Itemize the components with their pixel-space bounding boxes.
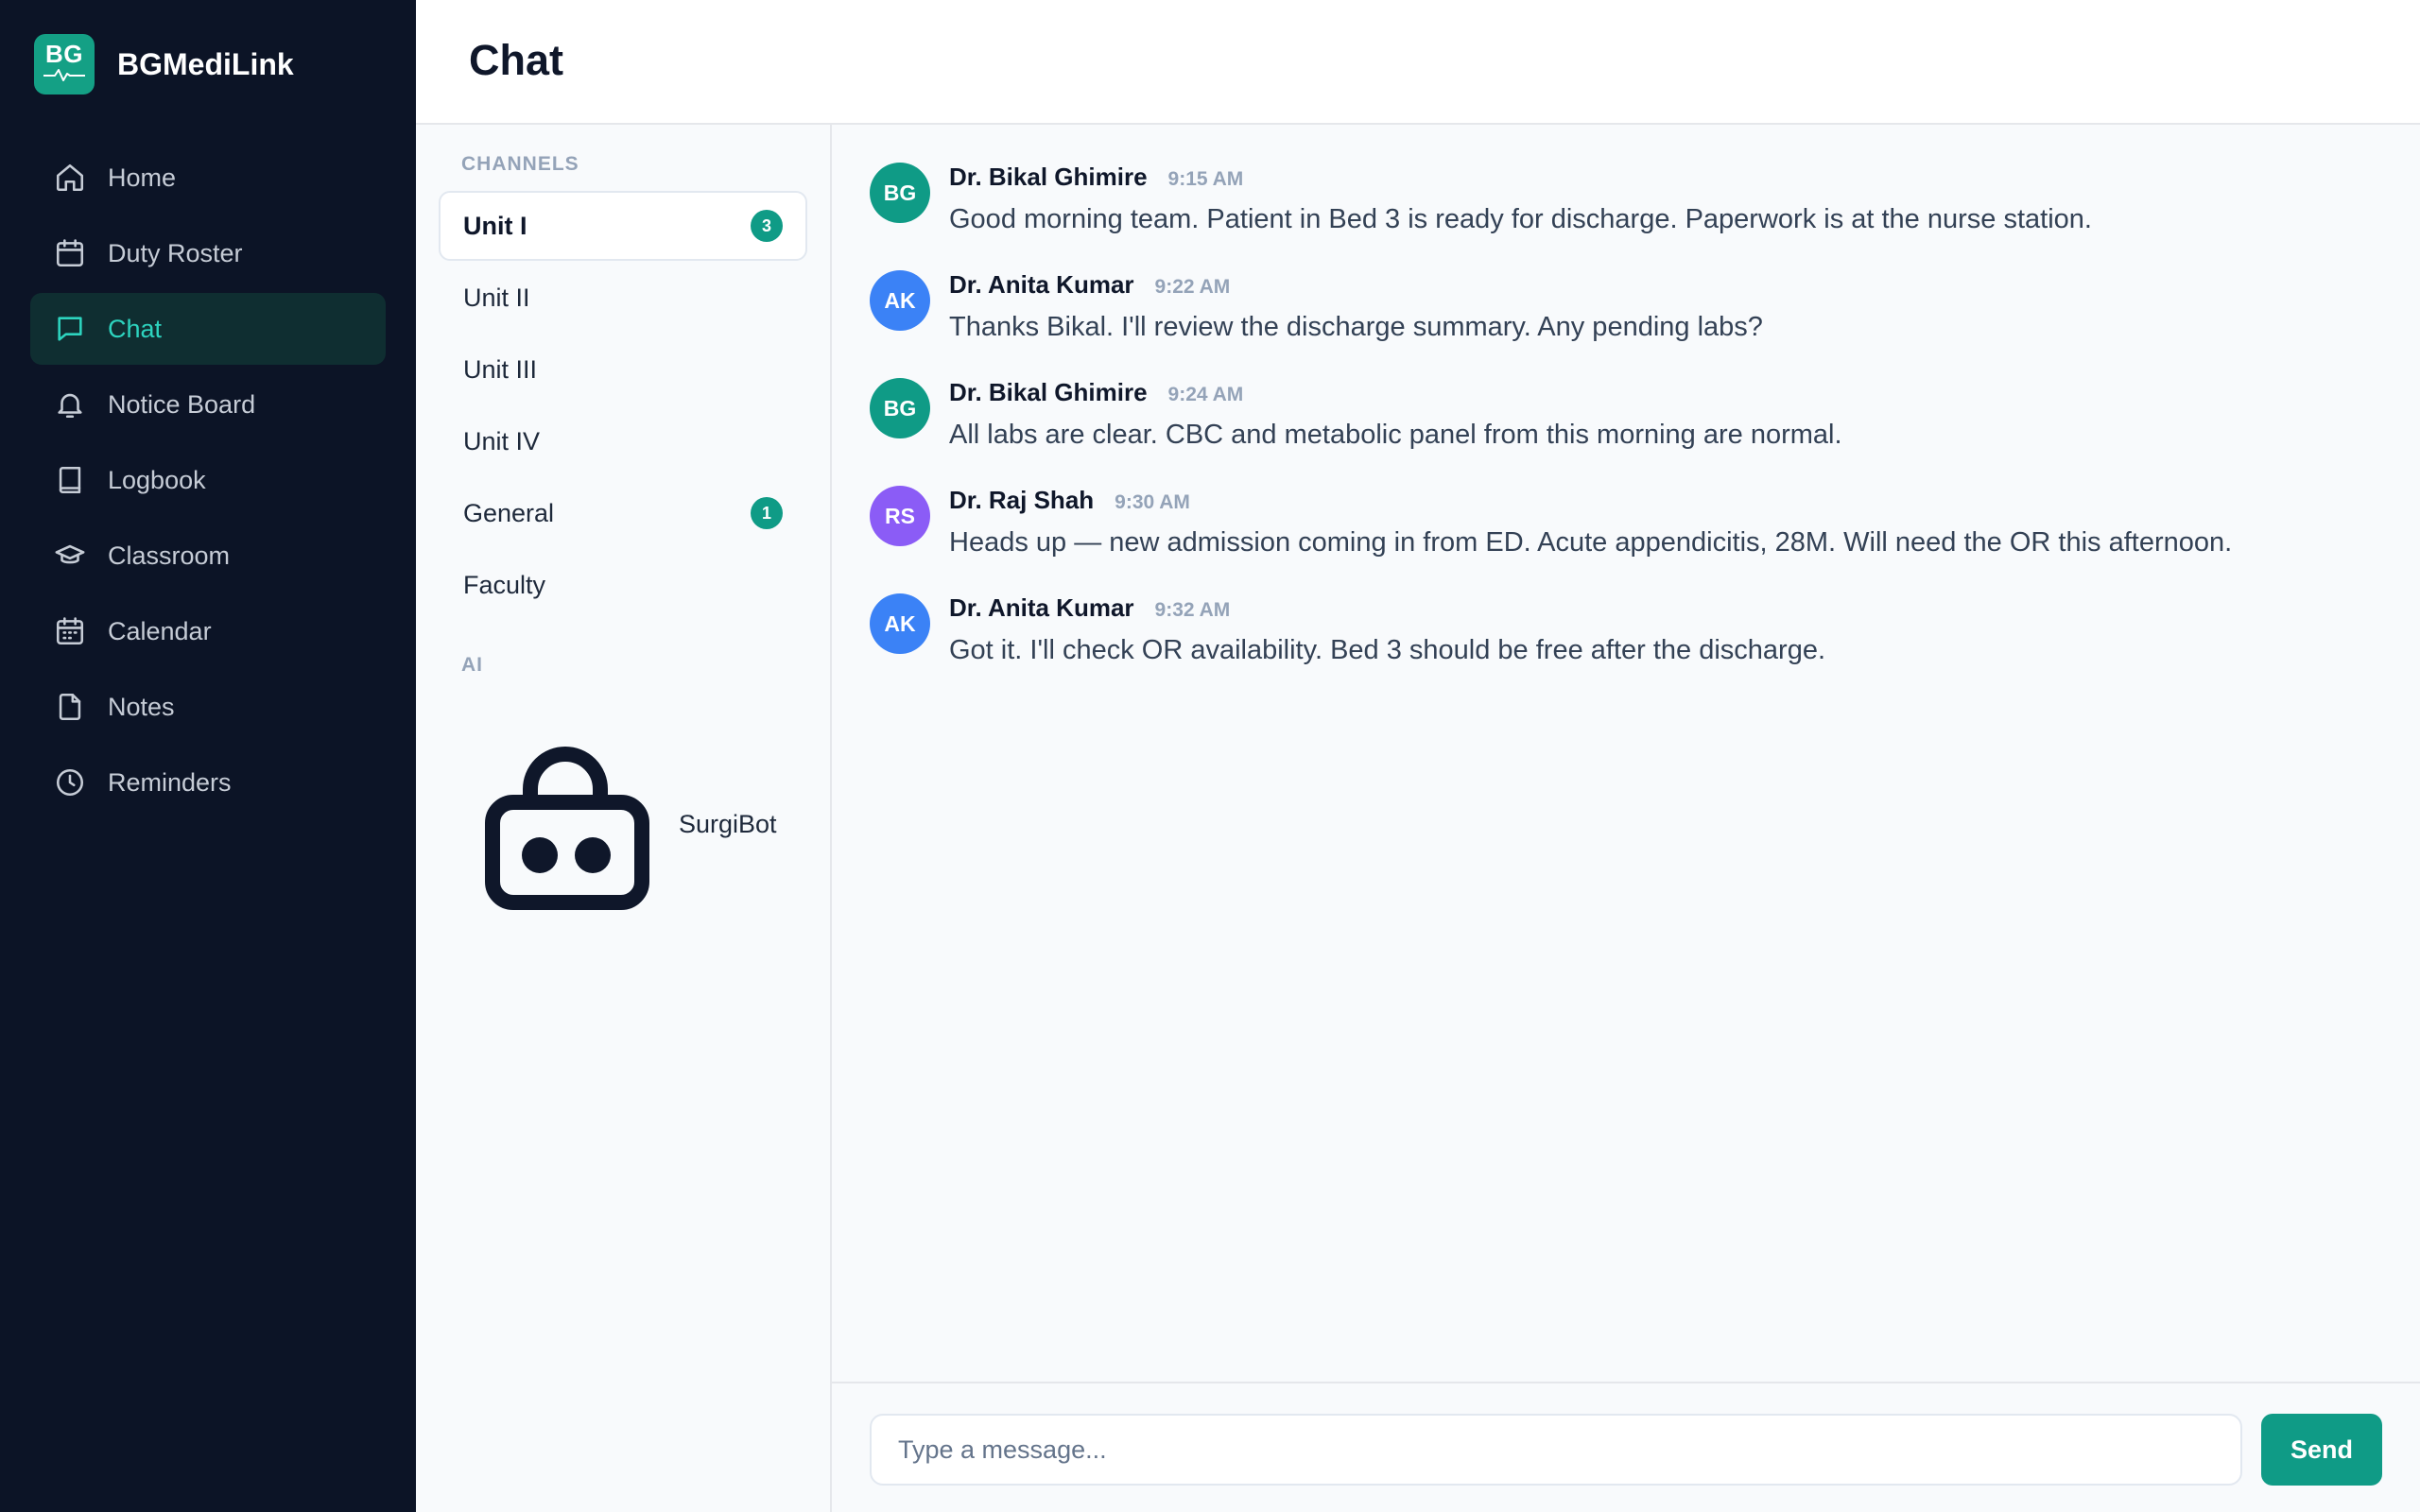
app-logo-text: BG <box>45 40 83 68</box>
clock-icon <box>53 765 87 799</box>
sidebar-item-label: Logbook <box>108 465 206 494</box>
channel-item-unit-iv[interactable]: Unit IV <box>439 406 807 476</box>
channel-item-unit-i[interactable]: Unit I 3 <box>439 191 807 261</box>
app-name: BGMediLink <box>117 46 294 81</box>
message-item: BG Dr. Bikal Ghimire 9:15 AM Good mornin… <box>870 163 2092 235</box>
sidebar-item-label: Chat <box>108 314 163 343</box>
avatar: RS <box>870 486 930 546</box>
channel-name: Unit II <box>463 283 530 312</box>
avatar: AK <box>870 593 930 654</box>
message-time: 9:30 AM <box>1115 491 1190 513</box>
message-text: Thanks Bikal. I'll review the discharge … <box>949 312 1763 342</box>
message-time: 9:24 AM <box>1167 384 1244 405</box>
page-header: Chat <box>416 0 2420 125</box>
sidebar: BG BGMediLink Home Duty Roster Chat Noti… <box>0 0 416 1512</box>
sidebar-item-label: Notice Board <box>108 389 256 419</box>
home-icon <box>53 161 87 195</box>
message-text: Got it. I'll check OR availability. Bed … <box>949 635 1826 665</box>
heartbeat-icon <box>43 69 85 81</box>
message-text: Heads up — new admission coming in from … <box>949 527 2233 558</box>
message-sender: Dr. Anita Kumar <box>949 593 1134 622</box>
sidebar-item-notice-board[interactable]: Notice Board <box>30 369 386 440</box>
message-list: BG Dr. Bikal Ghimire 9:15 AM Good mornin… <box>834 125 2420 1382</box>
message-time: 9:32 AM <box>1154 599 1231 621</box>
message-sender: Dr. Bikal Ghimire <box>949 163 1148 191</box>
message-item: AK Dr. Anita Kumar 9:32 AM Got it. I'll … <box>870 593 1825 666</box>
message-text: All labs are clear. CBC and metabolic pa… <box>949 420 1842 450</box>
sidebar-item-notes[interactable]: Notes <box>30 671 386 743</box>
channel-name: Unit I <box>463 211 527 240</box>
channels-section-label: CHANNELS <box>461 153 579 175</box>
calendar-icon <box>53 236 87 270</box>
robot-icon <box>461 720 669 928</box>
sidebar-item-label: Reminders <box>108 767 232 797</box>
page-title: Chat <box>469 36 563 84</box>
message-time: 9:15 AM <box>1167 168 1244 190</box>
sidebar-item-calendar[interactable]: Calendar <box>30 595 386 667</box>
chat-icon <box>53 312 87 346</box>
avatar: AK <box>870 270 930 331</box>
channel-name: Faculty <box>463 570 546 599</box>
book-icon <box>53 463 87 497</box>
message-sender: Dr. Anita Kumar <box>949 270 1134 299</box>
sidebar-item-classroom[interactable]: Classroom <box>30 520 386 592</box>
channel-item-faculty[interactable]: Faculty <box>439 550 807 620</box>
sidebar-item-label: Calendar <box>108 616 212 645</box>
sidebar-item-home[interactable]: Home <box>30 142 386 214</box>
sidebar-item-duty-roster[interactable]: Duty Roster <box>30 217 386 289</box>
channel-name: General <box>463 498 555 527</box>
calendar-grid-icon <box>53 614 87 648</box>
avatar: BG <box>870 378 930 438</box>
ai-section-label: AI <box>461 654 483 676</box>
sidebar-item-reminders[interactable]: Reminders <box>30 747 386 818</box>
ai-item-name: SurgiBot <box>679 809 777 838</box>
unread-badge: 1 <box>751 497 783 529</box>
sidebar-item-label: Home <box>108 163 177 192</box>
avatar: BG <box>870 163 930 223</box>
sidebar-item-logbook[interactable]: Logbook <box>30 444 386 516</box>
message-item: BG Dr. Bikal Ghimire 9:24 AM All labs ar… <box>870 378 1842 451</box>
file-icon <box>53 690 87 724</box>
sidebar-item-label: Notes <box>108 692 175 721</box>
sidebar-nav: Home Duty Roster Chat Notice Board Logbo… <box>30 142 386 822</box>
channel-item-general[interactable]: General 1 <box>439 478 807 548</box>
unread-badge: 3 <box>751 210 783 242</box>
channel-list: Unit I 3 Unit II Unit III Unit IV Genera… <box>439 191 807 622</box>
message-item: RS Dr. Raj Shah 9:30 AM Heads up — new a… <box>870 486 2232 558</box>
message-composer: Send <box>832 1382 2420 1512</box>
channel-item-unit-ii[interactable]: Unit II <box>439 263 807 333</box>
sidebar-item-label: Classroom <box>108 541 231 570</box>
channel-item-unit-iii[interactable]: Unit III <box>439 335 807 404</box>
sidebar-item-label: Duty Roster <box>108 238 243 267</box>
channel-name: Unit III <box>463 354 538 384</box>
brand[interactable]: BG BGMediLink <box>34 34 294 94</box>
message-sender: Dr. Bikal Ghimire <box>949 378 1148 406</box>
channels-panel: CHANNELS Unit I 3 Unit II Unit III Unit … <box>416 125 832 1512</box>
bell-icon <box>53 387 87 421</box>
message-time: 9:22 AM <box>1154 276 1231 298</box>
graduation-cap-icon <box>53 539 87 573</box>
sidebar-item-chat[interactable]: Chat <box>30 293 386 365</box>
ai-item-surgibot[interactable]: SurgiBot <box>439 711 807 937</box>
message-input[interactable] <box>870 1414 2242 1486</box>
message-text: Good morning team. Patient in Bed 3 is r… <box>949 204 2092 234</box>
channel-name: Unit IV <box>463 426 541 455</box>
message-sender: Dr. Raj Shah <box>949 486 1095 514</box>
send-button[interactable]: Send <box>2261 1414 2382 1486</box>
message-item: AK Dr. Anita Kumar 9:22 AM Thanks Bikal.… <box>870 270 1763 343</box>
app-logo: BG <box>34 34 95 94</box>
